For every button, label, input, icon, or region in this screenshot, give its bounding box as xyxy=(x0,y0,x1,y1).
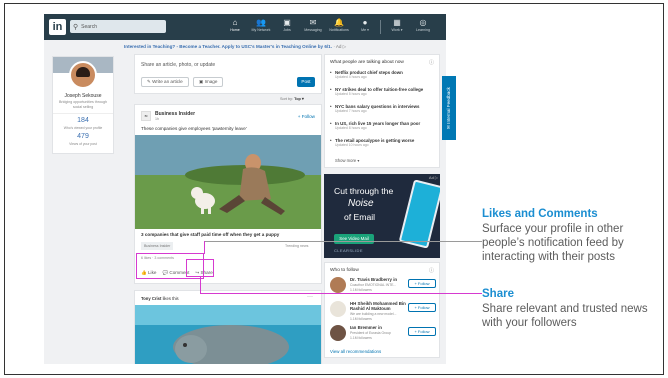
news-item[interactable]: Netflix product chief steps downUpdated … xyxy=(330,70,438,79)
ad-headline-2: Noise xyxy=(348,198,374,209)
post-text: These companies give employees 'pawterni… xyxy=(141,126,247,131)
publisher-logo[interactable]: BI xyxy=(141,111,151,121)
search-icon: ⚲ xyxy=(73,23,79,31)
profile-name[interactable]: Joseph Sekouse xyxy=(53,93,113,99)
follow-button[interactable]: + Follow xyxy=(408,279,436,288)
ad-label: Ad ▷ xyxy=(428,175,438,180)
nav-learning[interactable]: ◎ Learning xyxy=(410,18,436,38)
news-heading: What people are talking about now xyxy=(330,60,404,65)
news-item[interactable]: NY strikes deal to offer tuition-free co… xyxy=(330,87,438,96)
post-2-header: Tony Crist likes this xyxy=(141,296,179,301)
grid-icon: ▦ xyxy=(393,18,401,27)
compass-icon: ◎ xyxy=(419,18,427,27)
post-image-man-with-puppy[interactable] xyxy=(135,135,321,229)
image-button[interactable]: ▣ Image xyxy=(193,77,224,87)
likes-callout-connector xyxy=(204,241,482,242)
search-input[interactable]: ⚲ Search xyxy=(70,20,166,33)
briefcase-icon: ▣ xyxy=(283,18,291,27)
profile-headline: Bridging opportunities through social se… xyxy=(59,100,107,109)
ad-brand: CLEARSLIDE xyxy=(334,248,363,253)
nav-divider xyxy=(380,20,381,34)
follow-button[interactable]: + Follow xyxy=(298,114,315,119)
avatar[interactable] xyxy=(330,325,346,341)
post-image-manatee[interactable] xyxy=(135,305,321,364)
bell-icon: 🔔 xyxy=(334,18,344,27)
sort-by-control[interactable]: Sort by: Top ▾ xyxy=(280,96,304,101)
people-icon: 👥 xyxy=(256,18,266,27)
follow-button[interactable]: + Follow xyxy=(408,327,436,336)
phone-illustration xyxy=(398,179,440,249)
linkedin-screenshot: in ⚲ Search ⌂ Home 👥 My Network ▣ Jobs ✉ Mes… xyxy=(44,14,446,364)
top-navigation-bar: in ⚲ Search ⌂ Home 👥 My Network ▣ Jobs ✉ Mes… xyxy=(44,14,446,40)
nav-notifications[interactable]: 🔔 Notifications xyxy=(326,18,352,38)
share-input[interactable]: Share an article, photo, or update xyxy=(141,62,215,68)
follow-suggestion[interactable]: Dr. Travis Bradberry in Coauthor EMOTION… xyxy=(330,277,438,301)
nav-me[interactable]: ● Me ▾ xyxy=(352,18,378,38)
share-callout-connector xyxy=(200,293,482,294)
profile-avatar[interactable] xyxy=(69,61,97,89)
internal-feedback-tab[interactable]: ✉ Internal Feedback xyxy=(442,76,456,140)
feed-post-2: Tony Crist likes this ··· xyxy=(134,290,322,364)
avatar[interactable] xyxy=(330,277,346,293)
follow-suggestion[interactable]: Ian Bremmer in President of Eurasia Grou… xyxy=(330,325,438,349)
info-icon[interactable]: ⓘ xyxy=(429,267,434,274)
post-views-count[interactable]: 479 xyxy=(53,133,113,140)
nav-work[interactable]: ▦ Work ▾ xyxy=(384,18,410,38)
who-to-follow-card: Who to follow ⓘ Dr. Travis Bradberry in … xyxy=(324,262,440,358)
news-item[interactable]: In US, rich live 15 years longer than po… xyxy=(330,121,438,130)
profile-views-count[interactable]: 184 xyxy=(53,117,113,124)
source-tag[interactable]: Business Insider xyxy=(141,242,174,250)
post-time: 1h xyxy=(155,117,159,121)
message-icon: ✉ xyxy=(309,18,317,27)
profile-divider xyxy=(53,113,113,114)
who-to-follow-heading: Who to follow xyxy=(330,268,359,273)
search-placeholder: Search xyxy=(81,23,97,30)
show-more-button[interactable]: Show more ▾ xyxy=(335,158,359,163)
avatar[interactable] xyxy=(330,301,346,317)
promo-banner[interactable]: Interested in Teaching? - Become a Teach… xyxy=(124,44,424,50)
share-highlight xyxy=(186,259,214,277)
linkedin-logo[interactable]: in xyxy=(49,19,66,35)
share-body: Share relevant and trusted news with you… xyxy=(482,303,648,329)
likes-comments-body: Surface your profile in other people’s n… xyxy=(482,223,624,263)
post-button[interactable]: Post xyxy=(297,77,315,87)
likes-comments-title: Likes and Comments xyxy=(482,208,598,220)
sidebar-ad[interactable]: Ad ▷ Cut through the Noise of Email See … xyxy=(324,174,440,258)
profile-views-label: Who's viewed your profile xyxy=(63,126,103,130)
more-options-icon[interactable]: ··· xyxy=(307,294,313,300)
me-avatar-icon: ● xyxy=(362,18,368,27)
share-box: Share an article, photo, or update ✎ Wri… xyxy=(134,54,322,94)
trending-tag: Trending news xyxy=(285,244,309,248)
follow-suggestion[interactable]: HH Sheikh Mohammed Bin Rashid Al Maktoum… xyxy=(330,301,438,325)
ad-cta-button[interactable]: See Video Mail xyxy=(334,234,374,244)
news-item[interactable]: NYC bans salary questions in interviewsU… xyxy=(330,104,438,113)
view-all-recommendations-link[interactable]: View all recommendations xyxy=(330,349,381,354)
nav-home[interactable]: ⌂ Home xyxy=(222,18,248,38)
post-views-label: Views of your post xyxy=(69,142,97,146)
share-connector-drop xyxy=(200,277,201,293)
ad-headline-1: Cut through the xyxy=(334,186,394,196)
profile-card: Joseph Sekouse Bridging opportunities th… xyxy=(52,56,114,154)
write-article-button[interactable]: ✎ Write an article xyxy=(141,77,189,87)
news-item[interactable]: The retail apocalypse is getting worseUp… xyxy=(330,138,438,147)
trending-news-card: What people are talking about now ⓘ Netf… xyxy=(324,54,440,168)
article-title[interactable]: 3 companies that give staff paid time of… xyxy=(141,232,279,237)
nav-my-network[interactable]: 👥 My Network xyxy=(248,18,274,38)
nav-jobs[interactable]: ▣ Jobs xyxy=(274,18,300,38)
info-icon[interactable]: ⓘ xyxy=(429,59,434,66)
home-icon: ⌂ xyxy=(232,18,238,27)
follow-button[interactable]: + Follow xyxy=(408,303,436,312)
ad-headline-3: of Email xyxy=(344,212,376,222)
nav-messaging[interactable]: ✉ Messaging xyxy=(300,18,326,38)
likes-connector-drop xyxy=(204,241,205,254)
publisher-name[interactable]: Business Insider xyxy=(155,111,195,117)
share-title: Share xyxy=(482,288,514,300)
